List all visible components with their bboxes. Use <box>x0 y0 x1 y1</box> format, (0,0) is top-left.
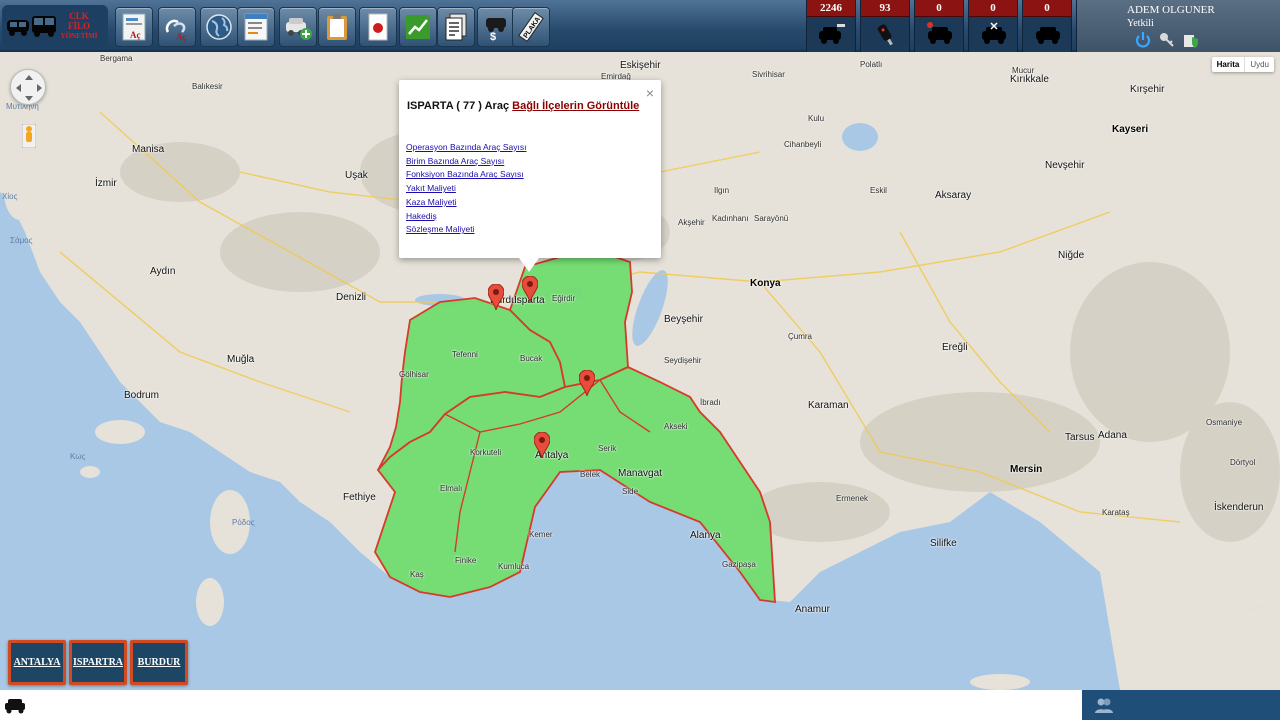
pegman-icon <box>21 123 37 149</box>
close-icon[interactable]: × <box>646 85 654 101</box>
counter-value: 93 <box>861 0 909 17</box>
remote-key-icon <box>877 24 893 46</box>
contract-cost-link[interactable]: Sözleşme Maliyeti <box>406 223 526 237</box>
brand-line: YÖNETİMİ <box>60 32 98 40</box>
pan-arrows-icon <box>16 75 42 101</box>
vehicles-key-counter[interactable]: 2246 <box>806 0 856 52</box>
security-shield-icon[interactable] <box>1181 30 1201 50</box>
brand-line: FİLO <box>67 21 90 31</box>
user-actions <box>1133 30 1201 50</box>
accident-cost-link[interactable]: Kaza Maliyeti <box>406 196 526 210</box>
user-name: ADEM OLGUNER <box>1127 4 1215 16</box>
plate-button[interactable]: PLAKA <box>512 7 550 47</box>
info-title-text: ISPARTA ( 77 ) Araç <box>407 100 510 112</box>
map-view-button[interactable] <box>200 7 238 47</box>
report-button[interactable] <box>359 7 397 47</box>
vehicle-cost-button[interactable]: $ <box>477 7 515 47</box>
vehicle-alert-counter[interactable]: 0 <box>914 0 964 52</box>
map-view[interactable]: Bergama Balıkesir Kütahya Afyonkarahisar… <box>0 52 1280 690</box>
power-icon[interactable] <box>1133 30 1153 50</box>
app-window: CLK FİLO YÖNETİMİ Aç Aç $ PLAKA 2246 93 … <box>0 0 1280 720</box>
region-buttons: ANTALYA ISPARTRA BURDUR <box>8 640 188 685</box>
info-window-links: Operasyon Bazında Araç Sayısı Birim Bazı… <box>406 141 526 237</box>
car-icon[interactable] <box>4 696 26 719</box>
user-panel: ADEM OLGUNER Yetkili <box>1076 0 1280 52</box>
clipboard-icon <box>327 14 347 40</box>
clipboard-button[interactable] <box>318 7 356 47</box>
map-type-satellite-button[interactable]: Uydu <box>1244 57 1274 72</box>
documents-button[interactable] <box>437 7 475 47</box>
vehicle-repair-icon <box>982 22 1006 44</box>
stats-chart-icon <box>406 15 430 39</box>
antalya-button[interactable]: ANTALYA <box>8 640 66 685</box>
map-pin-icon <box>578 369 596 397</box>
map-pin-icon <box>533 431 551 459</box>
counter-value: 2246 <box>807 0 855 17</box>
operation-vehicle-count-link[interactable]: Operasyon Bazında Araç Sayısı <box>406 141 526 155</box>
street-view-pegman[interactable] <box>21 123 37 149</box>
add-vehicle-icon <box>286 18 312 40</box>
open-report-icon: Aç <box>122 13 146 41</box>
open-link-icon: Aç <box>165 19 187 42</box>
top-toolbar: CLK FİLO YÖNETİMİ Aç Aç $ PLAKA 2246 93 … <box>0 0 1280 52</box>
key-lock-icon[interactable] <box>1157 30 1177 50</box>
vehicle-parked-icon <box>1036 27 1060 44</box>
globe-icon <box>206 14 232 40</box>
map-pin-icon <box>487 283 505 311</box>
open-link-button[interactable]: Aç <box>158 7 196 47</box>
progress-payment-link[interactable]: Hakediş <box>406 210 526 224</box>
document-red-icon <box>368 13 388 41</box>
info-window: × ISPARTA ( 77 ) Araç Bağlı İlçelerin Gö… <box>399 80 661 272</box>
info-window-title: ISPARTA ( 77 ) Araç Bağlı İlçelerin Görü… <box>407 100 639 112</box>
car-key-icon <box>819 24 845 44</box>
view-districts-link[interactable]: Bağlı İlçelerin Görüntüle <box>512 100 639 112</box>
map-pin-icon <box>521 275 539 303</box>
svg-text:$: $ <box>490 31 496 42</box>
bottom-bar <box>0 690 1280 720</box>
statistics-button[interactable] <box>399 7 437 47</box>
burdur-button[interactable]: BURDUR <box>130 640 188 685</box>
akseki-marker[interactable] <box>578 369 596 397</box>
open-report-button[interactable]: Aç <box>115 7 153 47</box>
users-icon[interactable] <box>1094 697 1114 718</box>
vehicle-cost-icon: $ <box>486 18 506 42</box>
form-list-icon <box>244 13 268 41</box>
remote-key-counter[interactable]: 93 <box>860 0 910 52</box>
isparta-button[interactable]: ISPARTRA <box>69 640 127 685</box>
unit-vehicle-count-link[interactable]: Birim Bazında Araç Sayısı <box>406 155 526 169</box>
counter-value: 0 <box>969 0 1017 17</box>
vehicle-alert-icon <box>927 22 952 44</box>
form-list-button[interactable] <box>237 7 275 47</box>
isparta-marker[interactable] <box>521 275 539 303</box>
antalya-marker[interactable] <box>533 431 551 459</box>
function-vehicle-count-link[interactable]: Fonksiyon Bazında Araç Sayısı <box>406 168 526 182</box>
map-type-map-button[interactable]: Harita <box>1212 57 1245 72</box>
svg-text:Aç: Aç <box>176 32 187 42</box>
brand-line: CLK <box>69 11 89 21</box>
documents-icon <box>445 13 467 41</box>
app-brand: CLK FİLO YÖNETİMİ <box>54 11 104 41</box>
counter-value: 0 <box>1023 0 1071 17</box>
pan-control[interactable] <box>10 69 46 105</box>
burdur-marker[interactable] <box>487 283 505 311</box>
map-type-control: Harita Uydu <box>1211 57 1274 72</box>
vehicle-parked-counter[interactable]: 0 <box>1022 0 1072 52</box>
svg-text:Aç: Aç <box>130 30 141 40</box>
vehicle-repair-counter[interactable]: 0 <box>968 0 1018 52</box>
user-role: Yetkili <box>1127 18 1154 29</box>
counter-value: 0 <box>915 0 963 17</box>
add-vehicle-button[interactable] <box>279 7 317 47</box>
bus-car-icon <box>7 16 56 37</box>
app-logo[interactable]: CLK FİLO YÖNETİMİ <box>2 5 108 47</box>
fuel-cost-link[interactable]: Yakıt Maliyeti <box>406 182 526 196</box>
users-panel <box>1082 690 1280 720</box>
plate-icon: PLAKA <box>518 12 544 42</box>
